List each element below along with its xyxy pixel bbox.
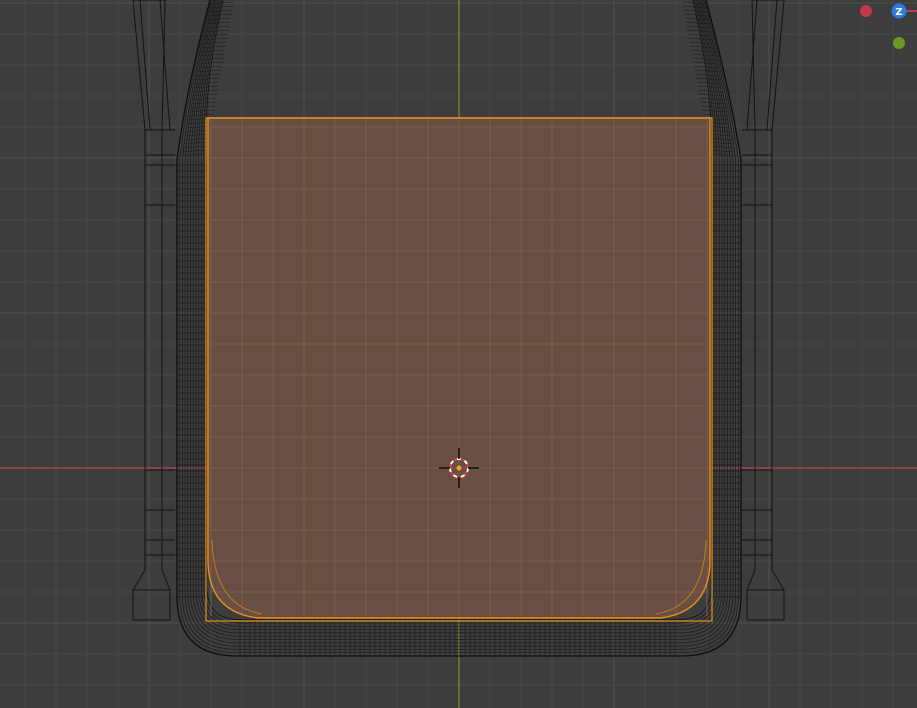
- gizmo-neg-y-handle[interactable]: [893, 37, 905, 49]
- selected-seat-mesh[interactable]: [205, 117, 713, 622]
- object-origin-dot: [456, 465, 462, 471]
- 3d-viewport[interactable]: Z: [0, 0, 917, 708]
- gizmo-z-label: Z: [895, 7, 902, 18]
- viewport-canvas[interactable]: Z: [0, 0, 917, 708]
- gizmo-neg-x-handle[interactable]: [860, 5, 872, 17]
